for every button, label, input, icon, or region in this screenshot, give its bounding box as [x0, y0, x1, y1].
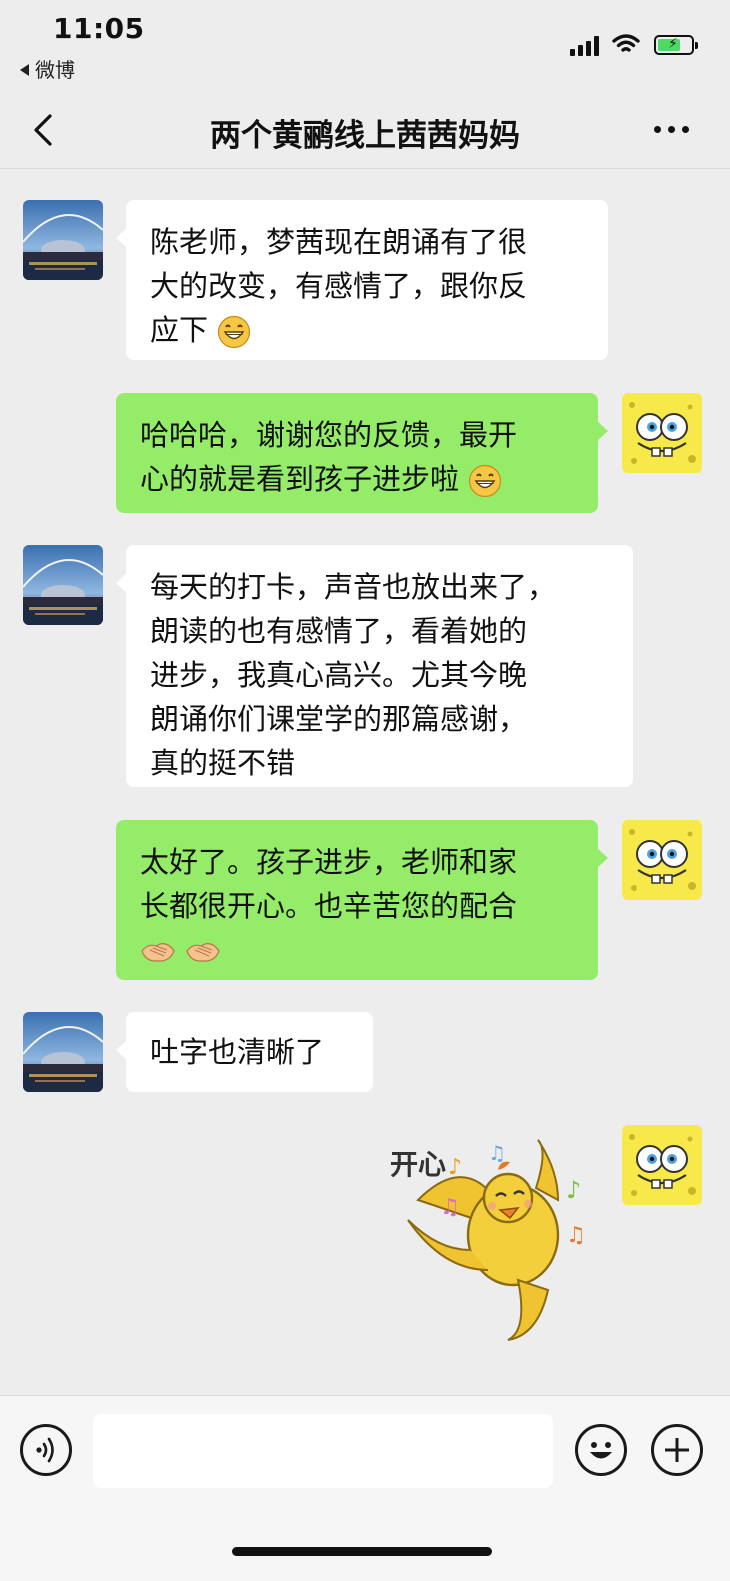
status-bar: 11:05 微博 ⚡: [0, 0, 730, 90]
message-bubble[interactable]: 每天的打卡，声音也放出来了， 朗读的也有感情了，看着她的 进步，我真心高兴。尤其…: [116, 545, 633, 787]
smiley-face-icon: [590, 1442, 612, 1459]
avatar-self[interactable]: [622, 1125, 702, 1205]
sticker-caption: 开心: [390, 1148, 446, 1181]
city-bridge-avatar-icon: [23, 545, 103, 625]
avatar-self[interactable]: [622, 820, 702, 900]
more-dots-icon[interactable]: [652, 114, 692, 144]
message-bubble[interactable]: 哈哈哈，谢谢您的反馈，最开 心的就是看到孩子进步啦: [116, 393, 608, 513]
message-text: 真的挺不错: [150, 746, 296, 780]
smiley-icon[interactable]: [575, 1424, 627, 1476]
message-text: 应下: [150, 313, 209, 347]
status-time: 11:05: [53, 12, 145, 45]
plus-icon[interactable]: [651, 1424, 703, 1476]
avatar-self[interactable]: [622, 393, 702, 473]
message-bubble[interactable]: 吐字也清晰了: [116, 1012, 373, 1092]
voice-icon[interactable]: [20, 1424, 72, 1476]
chat-title: 两个黄鹂线上茜茜妈妈: [210, 118, 520, 154]
svg-text:♫: ♫: [488, 1141, 506, 1165]
input-bar: [0, 1395, 730, 1581]
voice-waves-icon: [36, 1437, 54, 1463]
back-triangle-icon: [20, 64, 29, 76]
city-bridge-avatar-icon: [23, 1012, 103, 1092]
handshake-emoji: [186, 943, 220, 962]
grin-emoji: [218, 315, 251, 349]
message-text: 每天的打卡，声音也放出来了，: [150, 570, 557, 604]
sponge-avatar-icon: [622, 393, 702, 473]
city-bridge-avatar-icon: [23, 200, 103, 280]
wifi-icon: [612, 34, 640, 52]
svg-text:♪: ♪: [448, 1155, 462, 1180]
grin-emoji: [469, 464, 502, 498]
message-text: 哈哈哈，谢谢您的反馈，最开: [140, 418, 518, 452]
message-input[interactable]: [93, 1414, 553, 1488]
message-text: 进步，我真心高兴。尤其今晚: [150, 658, 528, 692]
avatar-contact[interactable]: [23, 1012, 103, 1092]
message-text: 陈老师，梦茜现在朗诵有了很: [150, 225, 528, 259]
message-bubble[interactable]: 太好了。孩子进步，老师和家 长都很开心。也辛苦您的配合: [116, 820, 608, 980]
battery-charging-icon: ⚡: [654, 35, 698, 55]
handshake-emoji: [141, 943, 175, 962]
message-text: 大的改变，有感情了，跟你反: [150, 269, 528, 303]
avatar-contact[interactable]: [23, 545, 103, 625]
header-divider: [0, 168, 730, 169]
message-text: 朗读的也有感情了，看着她的: [150, 614, 528, 648]
message-text: 长都很开心。也辛苦您的配合: [140, 889, 518, 923]
chat-header: 两个黄鹂线上茜茜妈妈: [0, 90, 730, 168]
message-text: 太好了。孩子进步，老师和家: [140, 845, 518, 879]
message-bubble[interactable]: 陈老师，梦茜现在朗诵有了很 大的改变，有感情了，跟你反 应下: [116, 200, 608, 360]
message-text: 心的就是看到孩子进步啦: [140, 462, 460, 496]
message-text: 朗诵你们课堂学的那篇感谢，: [150, 702, 528, 736]
sponge-avatar-icon: [622, 1125, 702, 1205]
avatar-contact[interactable]: [23, 200, 103, 280]
svg-text:♫: ♫: [566, 1223, 586, 1248]
plus-sign-icon: [665, 1438, 689, 1462]
message-text: 吐字也清晰了: [150, 1035, 325, 1069]
return-to-app-link[interactable]: 微博: [20, 54, 75, 83]
happy-yellow-bird-sticker[interactable]: 开心 ♪ ♫ ♫ ♪ ♫: [388, 1130, 608, 1350]
svg-text:♫: ♫: [440, 1195, 460, 1220]
signal-icon: [570, 36, 602, 56]
home-indicator[interactable]: [232, 1547, 492, 1556]
svg-text:♪: ♪: [566, 1176, 581, 1204]
sponge-avatar-icon: [622, 820, 702, 900]
yellow-bird-sticker-icon: 开心 ♪ ♫ ♫ ♪ ♫: [390, 1139, 586, 1341]
return-app-label: 微博: [35, 58, 75, 82]
